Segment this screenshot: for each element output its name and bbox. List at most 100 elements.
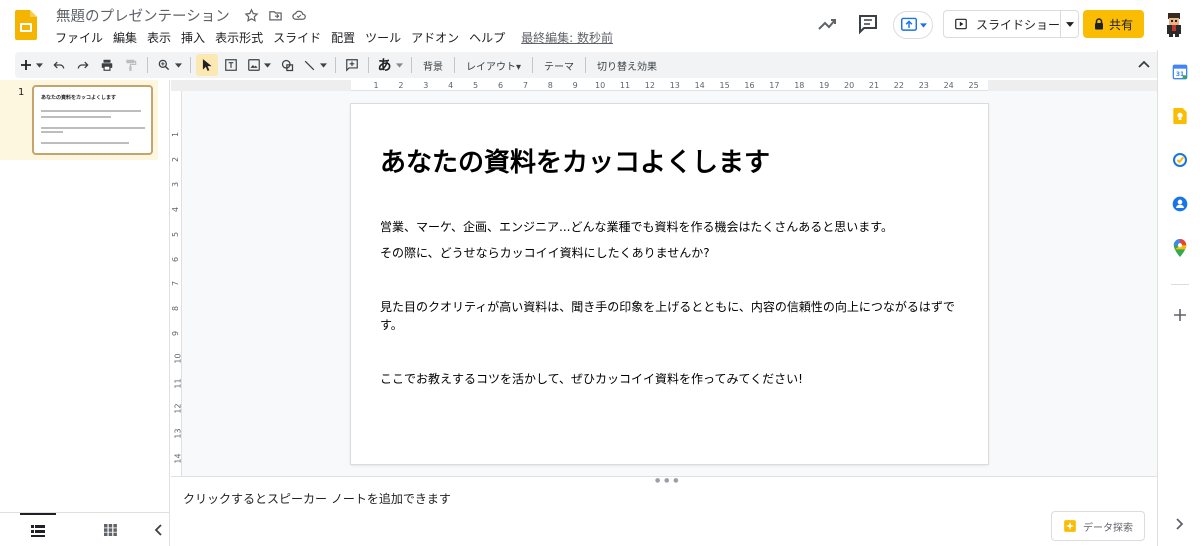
new-slide-button[interactable] bbox=[16, 54, 46, 76]
cloud-saved-icon[interactable] bbox=[290, 6, 308, 24]
chevron-down-icon bbox=[264, 62, 271, 68]
shape-icon[interactable] bbox=[276, 54, 298, 76]
ruler-tick-label: 10 bbox=[173, 353, 183, 364]
document-title[interactable]: 無題のプレゼンテーション bbox=[56, 5, 230, 26]
ruler-tick-label: 15 bbox=[719, 81, 730, 90]
slides-logo-icon[interactable] bbox=[15, 10, 37, 40]
undo-icon[interactable] bbox=[48, 54, 70, 76]
menu-help[interactable]: ヘルプ bbox=[464, 29, 510, 46]
transition-button[interactable]: 切り替え効果 bbox=[591, 54, 663, 76]
menu-view[interactable]: 表示 bbox=[142, 29, 176, 46]
chevron-down-icon bbox=[919, 22, 927, 28]
menu-tools[interactable]: ツール bbox=[360, 29, 406, 46]
ruler-tick-label: 1 bbox=[171, 131, 181, 138]
activity-trend-icon[interactable] bbox=[815, 12, 839, 36]
chevron-down-icon bbox=[320, 62, 327, 68]
redo-icon[interactable] bbox=[72, 54, 94, 76]
calendar-icon[interactable]: 31 bbox=[1171, 63, 1189, 81]
app-header: 無題のプレゼンテーション ファイル 編集 表示 挿入 表示形式 スライド 配置 … bbox=[0, 0, 1200, 50]
ruler-tick-label: 11 bbox=[173, 378, 183, 389]
layout-button[interactable]: レイアウト▾ bbox=[460, 54, 527, 76]
text-box-icon[interactable] bbox=[220, 54, 242, 76]
ruler-tick-label: 7 bbox=[522, 81, 528, 90]
grid-view-icon[interactable] bbox=[98, 513, 122, 546]
ruler-tick-label: 20 bbox=[844, 81, 855, 90]
maps-icon[interactable] bbox=[1171, 239, 1189, 257]
slide-paragraph: 見た目のクオリティが高い資料は、聞き手の印象を上げるとともに、内容の信頼性の向上… bbox=[380, 300, 955, 332]
thumbnail-title: あなたの資料をカッコよくします bbox=[41, 95, 117, 101]
slide-editor[interactable]: あなたの資料をカッコよくします 営業、マーケ、企画、エンジニア...どんな業種で… bbox=[351, 104, 988, 464]
thumbnail-text-line bbox=[41, 116, 111, 118]
ruler-tick-label: 8 bbox=[171, 306, 181, 312]
menu-arrange[interactable]: 配置 bbox=[326, 29, 360, 46]
toolbar-divider bbox=[585, 57, 587, 73]
side-panel-divider bbox=[1171, 284, 1189, 285]
line-icon bbox=[304, 60, 315, 70]
ruler-tick-label: 3 bbox=[423, 81, 429, 90]
add-comment-icon[interactable] bbox=[341, 54, 363, 76]
filmstrip-item[interactable]: 1 あなたの資料をカッコよくします bbox=[0, 80, 158, 160]
background-button[interactable]: 背景 bbox=[417, 54, 449, 76]
horizontal-ruler[interactable]: 1 2 3 4 5 6 7 8 9 10 11 12 13 14 15 16 17 18 19 20 21 22 23 24 2… bbox=[351, 80, 988, 91]
speaker-notes-placeholder[interactable]: クリックするとスピーカー ノートを追加できます bbox=[183, 490, 451, 507]
explore-button[interactable]: データ探索 bbox=[1051, 511, 1145, 541]
slideshow-button[interactable]: スライドショー bbox=[944, 11, 1061, 37]
select-cursor-icon[interactable] bbox=[196, 54, 218, 76]
ruler-tick-label: 17 bbox=[769, 81, 780, 90]
chevron-left-icon[interactable] bbox=[150, 522, 166, 538]
speaker-notes[interactable]: クリックするとスピーカー ノートを追加できます データ探索 bbox=[171, 484, 1157, 546]
star-icon[interactable] bbox=[242, 6, 260, 24]
lock-icon bbox=[1094, 18, 1103, 30]
share-button[interactable]: 共有 bbox=[1083, 10, 1144, 38]
slide-paragraph: ここでお教えするコツを活かして、ぜひカッコイイ資料を作ってみてください! bbox=[380, 372, 803, 386]
move-folder-icon[interactable] bbox=[266, 6, 284, 24]
toolbar-divider bbox=[147, 57, 148, 73]
filmstrip-footer bbox=[0, 512, 170, 546]
chevron-right-icon[interactable] bbox=[1171, 515, 1189, 533]
ruler-tick-label: 8 bbox=[547, 81, 553, 90]
slide-paragraph: その際に、どうせならカッコイイ資料にしたくありませんか? bbox=[380, 246, 710, 260]
toolbar-divider bbox=[411, 57, 412, 73]
keep-icon[interactable] bbox=[1171, 107, 1189, 125]
thumbnail-text-line bbox=[41, 142, 129, 144]
input-tools-button[interactable]: あ bbox=[374, 54, 406, 76]
slide-thumbnail[interactable]: あなたの資料をカッコよくします bbox=[32, 85, 153, 155]
ruler-tick-label: 25 bbox=[968, 81, 979, 90]
list-view-icon[interactable] bbox=[20, 513, 56, 546]
zoom-button[interactable] bbox=[153, 54, 185, 76]
print-icon[interactable] bbox=[96, 54, 118, 76]
ruler-tick-label: 22 bbox=[893, 81, 904, 90]
slide-title[interactable]: あなたの資料をカッコよくします bbox=[380, 142, 770, 179]
menu-edit[interactable]: 編集 bbox=[108, 29, 142, 46]
present-options-button[interactable] bbox=[893, 11, 933, 39]
slideshow-button-group: スライドショー bbox=[943, 10, 1079, 38]
ruler-tick-label: 18 bbox=[794, 81, 805, 90]
drag-handle-icon[interactable]: ● ● ● bbox=[655, 477, 680, 484]
explore-icon bbox=[1064, 520, 1076, 532]
slide-body-text[interactable]: 営業、マーケ、企画、エンジニア...どんな業種でも資料を作る機会はたくさんあると… bbox=[380, 218, 960, 388]
thumbnail-text-line bbox=[41, 131, 63, 133]
chevron-down-icon bbox=[174, 62, 182, 68]
slideshow-dropdown[interactable] bbox=[1061, 21, 1078, 27]
line-tool-button[interactable] bbox=[300, 54, 330, 76]
avatar[interactable] bbox=[1162, 12, 1186, 38]
chevron-up-icon[interactable] bbox=[1135, 55, 1153, 73]
menu-addons[interactable]: アドオン bbox=[406, 29, 464, 46]
menu-insert[interactable]: 挿入 bbox=[176, 29, 210, 46]
ruler-tick-label: 4 bbox=[171, 206, 181, 212]
menu-slide[interactable]: スライド bbox=[268, 29, 326, 46]
ruler-tick-label: 4 bbox=[448, 81, 454, 90]
ruler-tick-label: 12 bbox=[644, 81, 655, 90]
menu-file[interactable]: ファイル bbox=[50, 29, 108, 46]
insert-image-button[interactable] bbox=[244, 54, 274, 76]
paint-format-icon[interactable] bbox=[120, 54, 142, 76]
tasks-icon[interactable] bbox=[1171, 151, 1189, 169]
add-addon-icon[interactable] bbox=[1171, 306, 1189, 324]
vertical-ruler[interactable]: 1 2 3 4 5 6 7 8 9 10 11 12 13 14 bbox=[171, 91, 183, 476]
menu-format[interactable]: 表示形式 bbox=[210, 29, 268, 46]
contacts-icon[interactable] bbox=[1171, 195, 1189, 213]
slide-filmstrip: 1 あなたの資料をカッコよくします bbox=[0, 80, 170, 512]
last-edit-link[interactable]: 最終編集: 数秒前 bbox=[516, 29, 618, 46]
theme-button[interactable]: テーマ bbox=[538, 54, 580, 76]
comment-icon[interactable] bbox=[856, 12, 880, 36]
